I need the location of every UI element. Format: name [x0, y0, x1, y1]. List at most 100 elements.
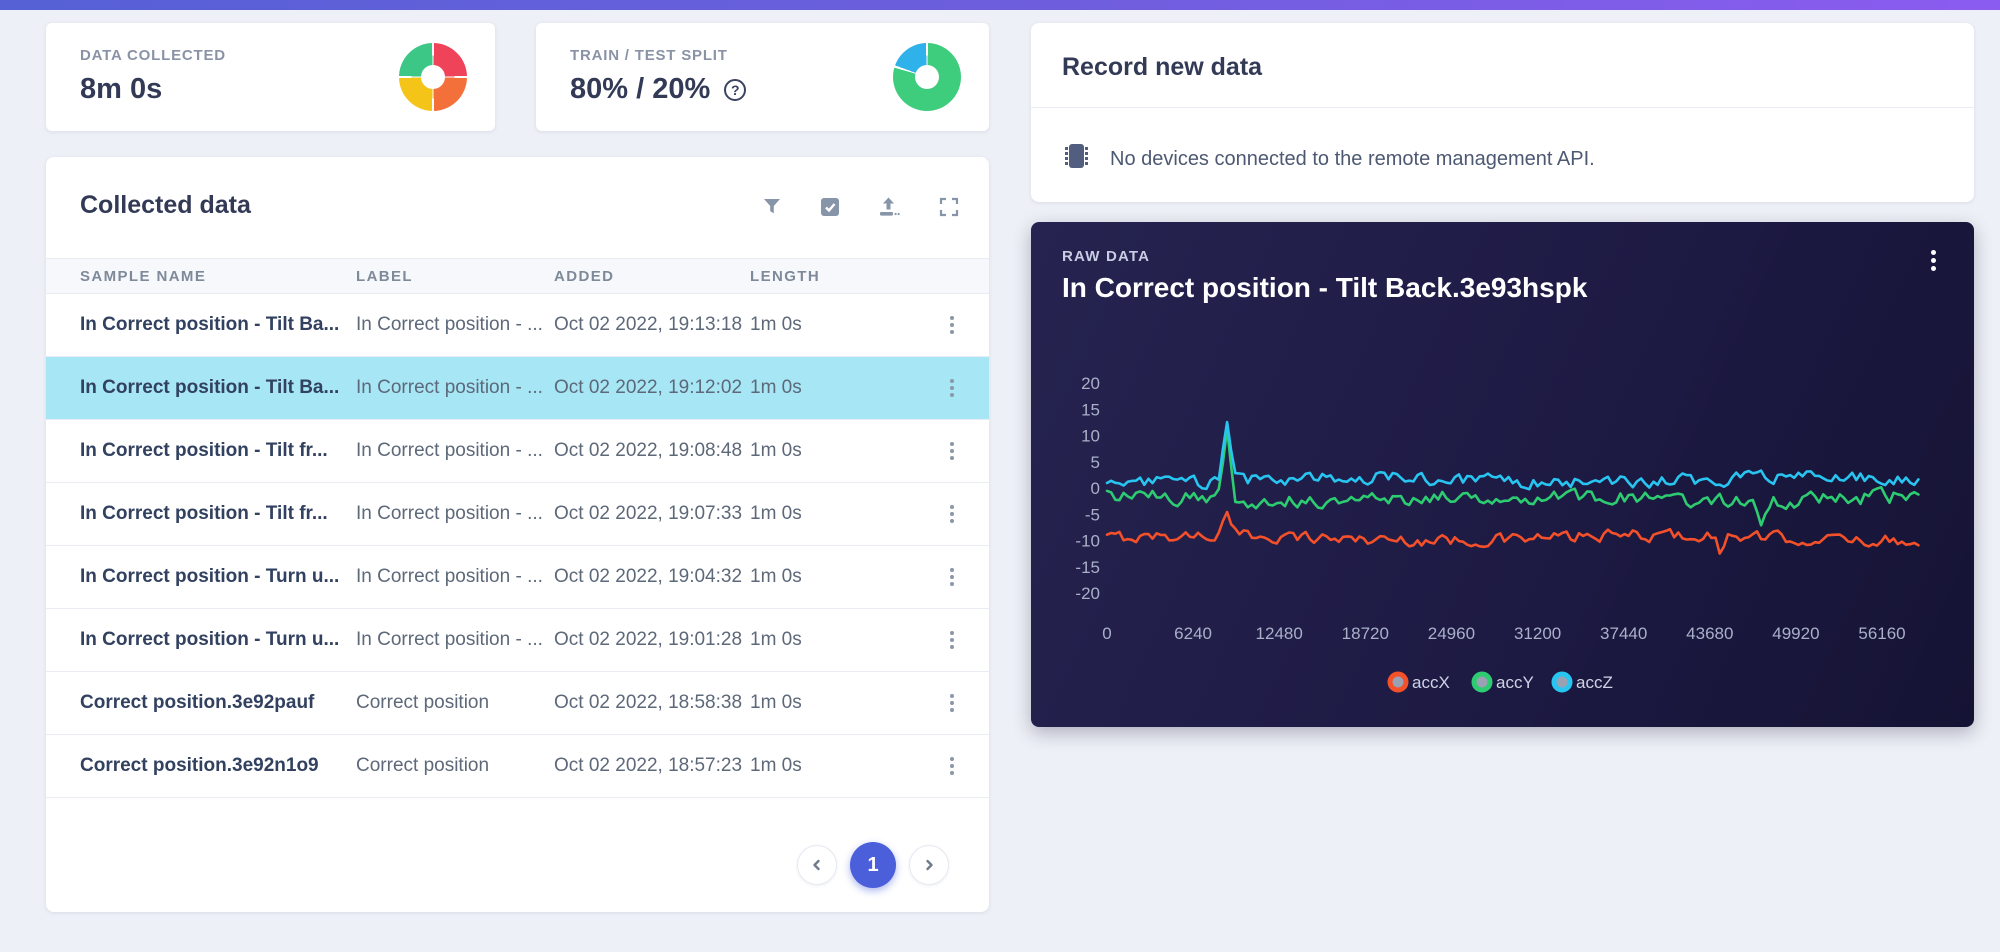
- column-header-label: LABEL: [356, 267, 413, 285]
- length-cell: 1m 0s: [750, 440, 802, 461]
- legend-swatch-accY[interactable]: [1471, 671, 1493, 693]
- collected-data-toolbar: [762, 197, 959, 217]
- legend-label-accZ[interactable]: accZ: [1576, 673, 1613, 692]
- sample-name-cell: In Correct position - Turn u...: [80, 629, 340, 650]
- x-axis-tick: 56160: [1858, 624, 1905, 643]
- raw-data-eyebrow: RAW DATA: [1062, 248, 1151, 265]
- series-line-accZ: [1105, 420, 1920, 491]
- panel-divider: [1031, 107, 1974, 108]
- y-axis-tick: -20: [1075, 584, 1100, 603]
- table-row[interactable]: In Correct position - Tilt Ba... In Corre…: [46, 294, 989, 357]
- added-cell: Oct 02 2022, 19:07:33: [554, 503, 743, 524]
- y-axis-tick: 5: [1091, 453, 1100, 472]
- legend-label-accY[interactable]: accY: [1496, 673, 1534, 692]
- added-cell: Oct 02 2022, 19:13:18: [554, 314, 743, 335]
- pie-hole: [421, 65, 445, 89]
- y-axis-tick: 10: [1081, 427, 1100, 446]
- sample-name-cell: In Correct position - Tilt fr...: [80, 503, 328, 524]
- filter-icon[interactable]: [762, 197, 782, 217]
- length-cell: 1m 0s: [750, 503, 802, 524]
- kebab-menu-icon[interactable]: [1927, 246, 1940, 275]
- table-row[interactable]: Correct position.3e92n1o9 Correct positio…: [46, 735, 989, 798]
- y-axis-tick: -5: [1085, 505, 1100, 524]
- train-test-split-value: 80% / 20% ?: [570, 73, 747, 106]
- table-row[interactable]: In Correct position - Turn u... In Correc…: [46, 546, 989, 609]
- series-line-accX: [1105, 510, 1920, 555]
- added-cell: Oct 02 2022, 19:12:02: [554, 377, 743, 398]
- legend-swatch-accX[interactable]: [1387, 671, 1409, 693]
- legend-label-accX[interactable]: accX: [1412, 673, 1450, 692]
- y-axis-tick: -15: [1075, 558, 1100, 577]
- row-menu-icon[interactable]: [946, 438, 958, 464]
- length-cell: 1m 0s: [750, 314, 802, 335]
- row-menu-icon[interactable]: [946, 564, 958, 590]
- sample-name-cell: In Correct position - Tilt Ba...: [80, 314, 340, 335]
- pagination: 1: [797, 842, 949, 888]
- x-axis-tick: 6240: [1174, 624, 1212, 643]
- current-page-button[interactable]: 1: [850, 842, 896, 888]
- train-test-split-ratio: 80% / 20%: [570, 73, 711, 105]
- x-axis-tick: 37440: [1600, 624, 1647, 643]
- train-test-split-donut-chart: [893, 43, 961, 111]
- length-cell: 1m 0s: [750, 755, 802, 776]
- raw-data-panel: RAW DATA In Correct position - Tilt Back…: [1031, 222, 1974, 727]
- row-menu-icon[interactable]: [946, 753, 958, 779]
- raw-data-chart[interactable]: 20 15 10 5 0 -5 -10 -15 -20 0 6240 12480 18720 24960 3…: [1062, 352, 1952, 712]
- legend-swatch-accZ[interactable]: [1551, 671, 1573, 693]
- row-menu-icon[interactable]: [946, 627, 958, 653]
- previous-page-button[interactable]: [797, 845, 837, 885]
- table-row[interactable]: In Correct position - Tilt fr... In Corre…: [46, 483, 989, 546]
- next-page-button[interactable]: [909, 845, 949, 885]
- row-menu-icon[interactable]: [946, 501, 958, 527]
- added-cell: Oct 02 2022, 18:58:38: [554, 692, 743, 713]
- raw-data-sample-title: In Correct position - Tilt Back.3e93hspk: [1062, 272, 1588, 303]
- row-menu-icon[interactable]: [946, 375, 958, 401]
- y-axis-tick: 0: [1091, 479, 1100, 498]
- added-cell: Oct 02 2022, 19:04:32: [554, 566, 743, 587]
- x-axis-tick: 0: [1102, 624, 1111, 643]
- column-header-added: ADDED: [554, 267, 615, 285]
- label-cell: In Correct position - ...: [356, 377, 543, 398]
- table-row[interactable]: In Correct position - Tilt Ba... In Corre…: [46, 357, 989, 420]
- record-new-data-title: Record new data: [1062, 53, 1263, 81]
- series-line-accY: [1105, 427, 1920, 527]
- added-cell: Oct 02 2022, 18:57:23: [554, 755, 743, 776]
- y-axis-tick: -10: [1075, 532, 1100, 551]
- column-header-length: LENGTH: [750, 267, 821, 285]
- device-status-row: No devices connected to the remote manag…: [1062, 141, 1595, 177]
- y-axis-tick: 20: [1081, 374, 1100, 393]
- sample-name-cell: In Correct position - Tilt fr...: [80, 440, 328, 461]
- table-row[interactable]: In Correct position - Tilt fr... In Corre…: [46, 420, 989, 483]
- x-axis-tick: 43680: [1686, 624, 1733, 643]
- x-axis-tick: 18720: [1342, 624, 1389, 643]
- train-test-split-card: TRAIN / TEST SPLIT 80% / 20% ?: [536, 23, 989, 131]
- row-menu-icon[interactable]: [946, 690, 958, 716]
- x-axis-tick: 24960: [1428, 624, 1475, 643]
- top-accent-bar: [0, 0, 2000, 10]
- collected-data-title: Collected data: [80, 191, 251, 219]
- x-axis-tick: 31200: [1514, 624, 1561, 643]
- sample-name-cell: In Correct position - Tilt Ba...: [80, 377, 340, 398]
- data-collected-card: DATA COLLECTED 8m 0s: [46, 23, 495, 131]
- row-menu-icon[interactable]: [946, 312, 958, 338]
- label-cell: In Correct position - ...: [356, 440, 543, 461]
- upload-icon[interactable]: [878, 197, 901, 217]
- table-row[interactable]: In Correct position - Turn u... In Correc…: [46, 609, 989, 672]
- x-axis-tick: 49920: [1772, 624, 1819, 643]
- table-row[interactable]: Correct position.3e92pauf Correct positio…: [46, 672, 989, 735]
- x-axis-tick: 12480: [1256, 624, 1303, 643]
- table-body: In Correct position - Tilt Ba... In Corre…: [46, 294, 989, 798]
- donut-hole: [915, 65, 939, 89]
- select-all-icon[interactable]: [820, 197, 840, 217]
- expand-icon[interactable]: [939, 197, 959, 217]
- help-icon[interactable]: ?: [724, 78, 747, 101]
- label-cell: Correct position: [356, 692, 490, 713]
- length-cell: 1m 0s: [750, 629, 802, 650]
- added-cell: Oct 02 2022, 19:01:28: [554, 629, 743, 650]
- sample-name-cell: Correct position.3e92n1o9: [80, 755, 319, 776]
- label-cell: Correct position: [356, 755, 490, 776]
- train-test-split-label: TRAIN / TEST SPLIT: [570, 47, 728, 64]
- length-cell: 1m 0s: [750, 566, 802, 587]
- data-collected-value: 8m 0s: [80, 73, 163, 105]
- length-cell: 1m 0s: [750, 692, 802, 713]
